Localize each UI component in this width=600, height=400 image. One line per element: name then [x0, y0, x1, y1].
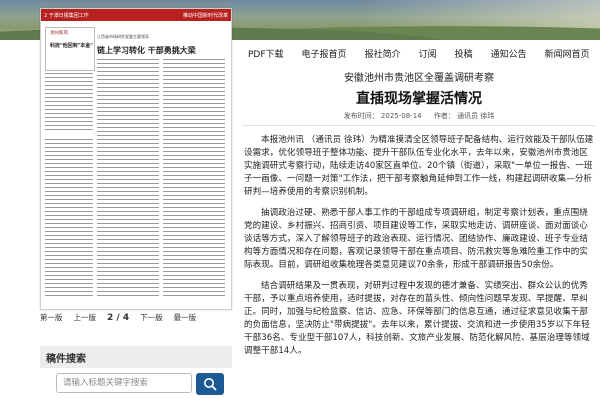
- paper-text-block: [45, 73, 93, 133]
- paper-side-box[interactable]: 池州新风 科抚"他回到"本金": [45, 27, 95, 71]
- top-nav: PDF下载 电子报首页 报社简介 订阅 投稿 通知公告 新闻网首页: [236, 42, 600, 64]
- paper-headline[interactable]: 链上学习转化 干部勇挑大梁: [97, 45, 196, 56]
- divider: [242, 125, 596, 126]
- prev-page-link[interactable]: 上一版: [74, 312, 97, 323]
- page-indicator: 2 / 4: [107, 312, 130, 323]
- first-page-link[interactable]: 第一版: [40, 312, 63, 323]
- left-panel: 2 于潭日报集团工作 推动中国新时代改革 池州新风 科抚"他回到"本金" 江西省…: [36, 0, 232, 400]
- search-heading: 稿件搜索: [46, 353, 86, 365]
- page-pager: 第一版 上一版 2 / 4 下一版 最一版: [40, 312, 230, 323]
- search-button[interactable]: [196, 373, 224, 395]
- search-icon: [204, 378, 217, 391]
- nav-pdf-download[interactable]: PDF下载: [248, 47, 284, 60]
- article-author: 作者： 通讯员 徐玮: [433, 112, 495, 120]
- nav-news-home[interactable]: 新闻网首页: [545, 47, 590, 60]
- search-heading-bar: 稿件搜索: [40, 346, 232, 368]
- search-input[interactable]: [56, 373, 192, 393]
- newspaper-page-thumbnail[interactable]: 2 于潭日报集团工作 推动中国新时代改革 池州新风 科抚"他回到"本金" 江西省…: [40, 8, 232, 310]
- paper-text-block: [163, 59, 225, 299]
- article-paragraph: 结合调研结果及一贯表现，对研判过程中发现的德才兼备、实绩突出、群众公认的优秀干部…: [244, 281, 590, 356]
- next-page-link[interactable]: 下一版: [140, 312, 163, 323]
- nav-about[interactable]: 报社简介: [365, 47, 401, 60]
- nav-submit[interactable]: 投稿: [455, 47, 473, 60]
- nav-notices[interactable]: 通知公告: [491, 47, 527, 60]
- article-meta: 发布时间： 2025-08-14 作者： 通讯员 徐玮: [242, 111, 596, 121]
- article-title: 直插现场掌握活情况: [356, 91, 482, 107]
- nav-subscribe[interactable]: 订阅: [419, 47, 437, 60]
- article-paragraph: 抽调政治过硬、熟悉干部人事工作的干部组成专项调研组，制定考察计划表，重点围绕党的…: [244, 208, 589, 270]
- last-page-link[interactable]: 最一版: [174, 312, 197, 323]
- paper-text-block: [97, 59, 159, 299]
- article-date: 发布时间： 2025-08-14: [343, 112, 422, 120]
- article: 安徽池州市贵池区全覆盖调研考察 直插现场掌握活情况 发布时间： 2025-08-…: [242, 66, 596, 358]
- article-kicker: 安徽池州市贵池区全覆盖调研考察: [344, 73, 494, 84]
- nav-epaper-home[interactable]: 电子报首页: [302, 47, 347, 60]
- search-row: [56, 373, 228, 395]
- paper-subheadline: 江西省市场研究党委主要领导: [97, 34, 149, 39]
- paper-masthead: 2 于潭日报集团工作 推动中国新时代改革: [41, 9, 231, 21]
- article-paragraph: 本报池州讯 （通讯员 徐玮）为精准摸清全区领导班子配备结构、运行效能及干部队伍建…: [244, 135, 594, 197]
- paper-text-block: [45, 139, 93, 299]
